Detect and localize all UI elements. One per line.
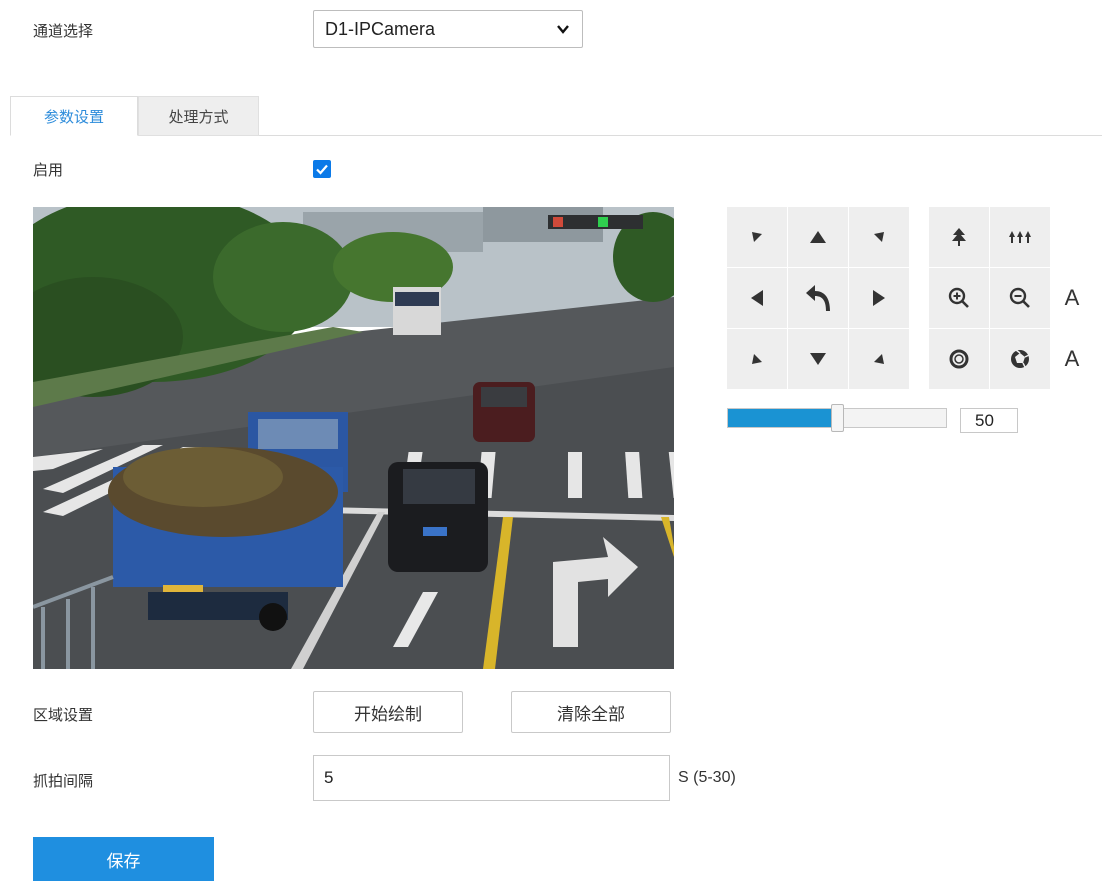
focus-near-button[interactable]	[929, 207, 989, 267]
iris-close-label[interactable]: A	[1042, 329, 1102, 389]
enable-checkbox[interactable]	[313, 160, 331, 178]
tree-icon	[952, 228, 966, 246]
zoom-out-button[interactable]	[990, 268, 1050, 328]
camera-scene-image	[33, 207, 674, 669]
arrow-up-right-icon	[874, 232, 884, 242]
start-draw-button[interactable]: 开始绘制	[313, 691, 463, 733]
ptz-down-button[interactable]	[788, 329, 848, 389]
channel-select[interactable]: D1-IPCamera	[313, 10, 583, 48]
ptz-up-button[interactable]	[788, 207, 848, 267]
ptz-left-button[interactable]	[727, 268, 787, 328]
aperture-open-icon	[949, 349, 969, 369]
arrow-left-icon	[751, 290, 763, 306]
ptz-reset-button[interactable]	[788, 268, 848, 328]
arrow-up-icon	[810, 231, 826, 243]
arrow-down-icon	[810, 353, 826, 365]
video-preview[interactable]	[33, 207, 674, 669]
ptz-speed-value[interactable]: 50	[960, 408, 1018, 433]
zoom-in-icon	[948, 287, 969, 308]
save-button[interactable]: 保存	[33, 837, 214, 881]
arrow-down-right-icon	[874, 354, 884, 364]
arrow-right-icon	[873, 290, 885, 306]
return-arrow-icon	[806, 285, 830, 311]
ptz-speed-slider-thumb[interactable]	[831, 404, 844, 432]
interval-label: 抓拍间隔	[33, 772, 94, 790]
ptz-up-left-button[interactable]	[727, 207, 787, 267]
tab-parameter-settings[interactable]: 参数设置	[10, 96, 138, 136]
ptz-down-left-button[interactable]	[727, 329, 787, 389]
iris-open-label[interactable]: A	[1042, 268, 1102, 328]
ptz-right-button[interactable]	[849, 268, 909, 328]
zoom-in-button[interactable]	[929, 268, 989, 328]
region-label: 区域设置	[33, 706, 94, 724]
ptz-down-right-button[interactable]	[849, 329, 909, 389]
interval-unit-hint: S (5-30)	[678, 769, 736, 786]
tab-handling-method[interactable]: 处理方式	[138, 96, 259, 136]
ptz-up-right-button[interactable]	[849, 207, 909, 267]
interval-input[interactable]: 5	[313, 755, 670, 801]
iris-open-button[interactable]	[929, 329, 989, 389]
arrow-up-left-icon	[752, 232, 762, 242]
aperture-close-icon	[1011, 349, 1030, 368]
enable-label: 启用	[33, 161, 64, 179]
channel-select-value: D1-IPCamera	[325, 18, 436, 39]
focus-far-button[interactable]	[990, 207, 1050, 267]
trees-icon	[1009, 231, 1031, 243]
check-icon	[316, 164, 328, 175]
arrow-down-left-icon	[752, 354, 762, 364]
zoom-out-icon	[1009, 287, 1030, 308]
channel-label: 通道选择	[33, 22, 94, 40]
chevron-down-icon	[557, 25, 569, 34]
ptz-speed-slider-fill	[728, 409, 837, 427]
clear-all-button[interactable]: 清除全部	[511, 691, 671, 733]
iris-close-button[interactable]	[990, 329, 1050, 389]
